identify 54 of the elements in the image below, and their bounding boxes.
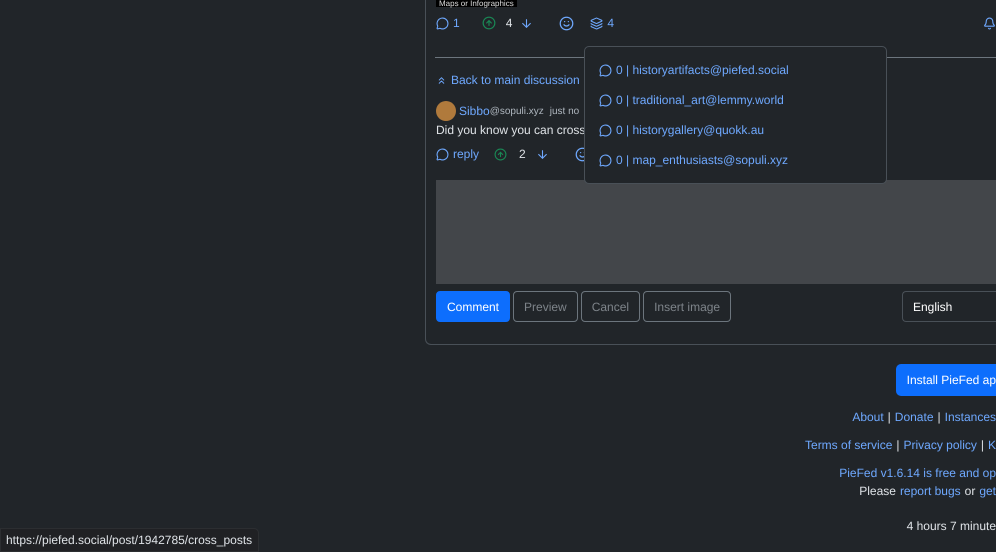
comment-input[interactable]	[436, 180, 996, 284]
back-link[interactable]: Back to main discussion	[436, 73, 580, 87]
cross-posts-button[interactable]: 4	[590, 16, 614, 30]
menu-item[interactable]: 0 | traditional_art@lemmy.world	[585, 85, 886, 115]
upvote-icon[interactable]	[482, 16, 496, 30]
separator-text: |	[888, 410, 891, 424]
downvote-icon[interactable]	[536, 148, 549, 160]
comments-button[interactable]: 1	[436, 16, 460, 30]
comment-icon	[599, 154, 612, 166]
instance-text: @sopuli.xyz	[490, 106, 544, 116]
downvote-icon[interactable]	[520, 16, 534, 30]
language-select[interactable]: English	[902, 291, 996, 322]
separator-text: |	[980, 438, 984, 452]
menu-item[interactable]: 0 | historygallery@quokk.au	[585, 115, 886, 145]
chevrons-up-icon	[436, 74, 447, 86]
score-text: 2	[519, 147, 526, 161]
comment-icon	[599, 64, 612, 76]
footer-link[interactable]: Donate	[894, 410, 934, 424]
community-tag: Maps or Infographics	[436, 0, 517, 7]
footer-link[interactable]: Instances	[944, 410, 996, 424]
comment-text: Did you know you can cross	[436, 123, 586, 137]
separator-text: |	[896, 438, 900, 452]
comment-icon	[436, 16, 449, 30]
time-text: just no	[550, 106, 580, 116]
author-link[interactable]: Sibbo	[459, 104, 490, 118]
or-text: or	[964, 484, 976, 498]
score-text: 4	[506, 16, 512, 30]
please-text: Please	[859, 484, 896, 498]
emoji-icon[interactable]	[559, 16, 574, 30]
help-link[interactable]: get	[979, 484, 996, 498]
comment-button[interactable]: Comment	[436, 291, 510, 322]
editor-button[interactable]: Cancel	[580, 291, 640, 322]
editor-button[interactable]: Preview	[513, 291, 578, 322]
comment-icon	[599, 94, 612, 106]
status-url: https://piefed.social/post/1942785/cross_posts	[0, 528, 260, 552]
menu-item[interactable]: 0 | map_enthusiasts@sopuli.xyz	[585, 145, 886, 175]
footer-link[interactable]: Privacy policy	[904, 438, 977, 452]
comment-icon	[599, 124, 612, 136]
generation-time-text: 4 hours 7 minute	[906, 519, 996, 533]
install-app-button[interactable]: Install PieFed ap	[896, 364, 996, 396]
menu-item[interactable]: 0 | historyartifacts@piefed.social	[585, 55, 886, 85]
footer-link[interactable]: K	[988, 438, 996, 452]
comment-icon	[436, 148, 449, 160]
avatar	[436, 101, 456, 121]
separator-text: |	[938, 410, 941, 424]
footer-link[interactable]: About	[852, 410, 884, 424]
layers-icon	[590, 16, 604, 30]
reply-button[interactable]: reply	[436, 147, 480, 161]
upvote-icon[interactable]	[494, 148, 508, 160]
bell-icon[interactable]	[983, 16, 996, 30]
version-link[interactable]: PieFed v1.6.14 is free and op	[839, 466, 996, 480]
report-bugs-link[interactable]: report bugs	[900, 484, 961, 498]
footer-link[interactable]: Terms of service	[805, 438, 892, 452]
editor-button[interactable]: Insert image	[643, 291, 732, 322]
